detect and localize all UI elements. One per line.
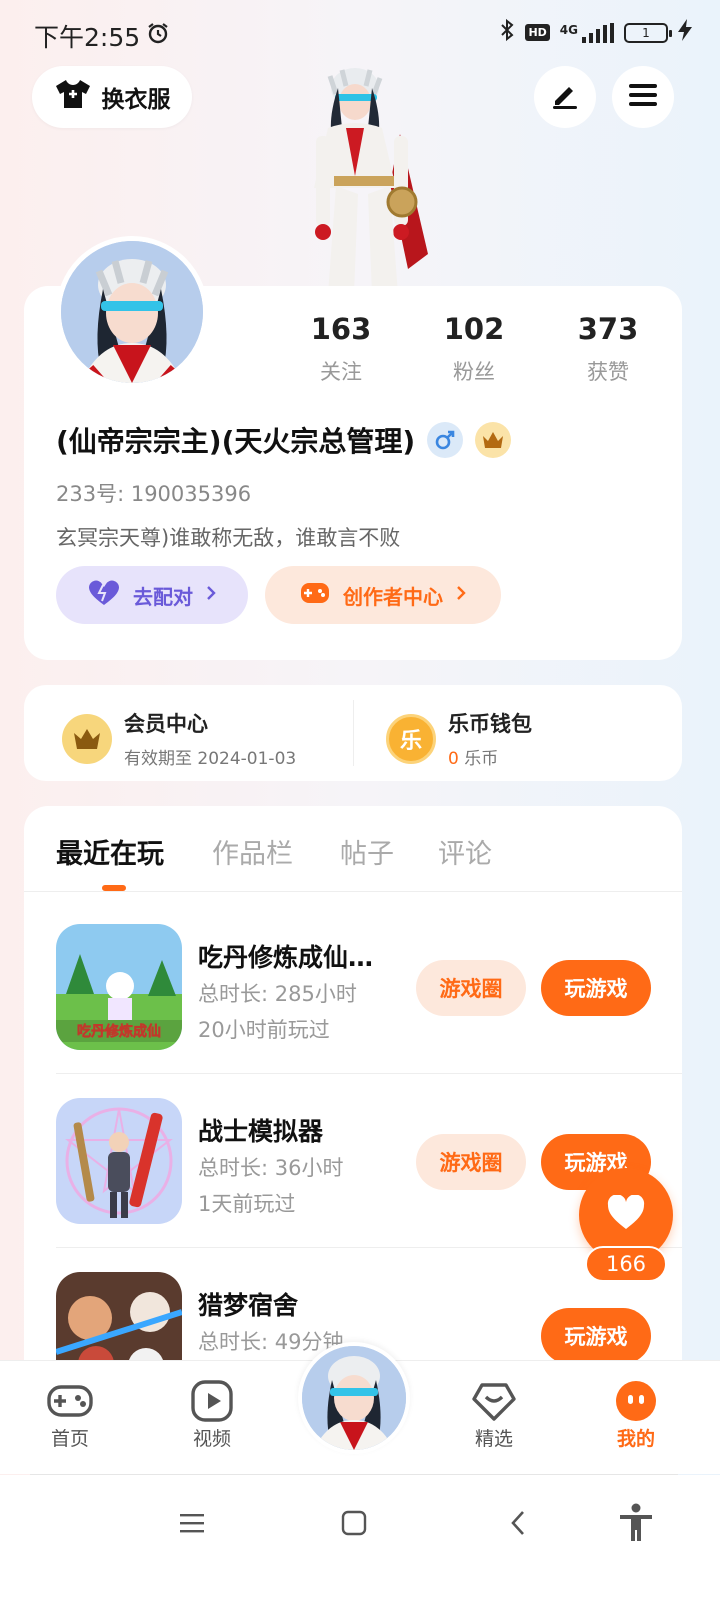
game-name: 战士模拟器 — [198, 1117, 324, 1146]
male-icon — [427, 422, 464, 458]
thumb-title: 吃丹修炼成仙 — [77, 1023, 161, 1040]
user-id[interactable]: 233号: 190035396 — [56, 478, 251, 508]
battery-level: 1 — [642, 25, 650, 40]
following-stat[interactable]: 163 关注 — [281, 312, 401, 386]
vip-crown-icon — [62, 713, 112, 764]
wallet-unit: 乐币 — [458, 749, 499, 769]
game-community-button[interactable]: 游戏圈 — [416, 960, 526, 1016]
match-label: 去配对 — [133, 584, 193, 609]
likes-stat[interactable]: 373 获赞 — [548, 312, 668, 386]
back-button[interactable] — [498, 1505, 538, 1545]
divider — [56, 1073, 682, 1074]
game-thumbnail[interactable]: 吃丹修炼成仙 — [56, 924, 182, 1050]
nav-video[interactable]: 视频 — [172, 1378, 252, 1451]
tab-works[interactable]: 作品栏 — [212, 832, 293, 871]
shirt-icon — [54, 78, 92, 116]
divider — [353, 700, 354, 766]
play-game-button[interactable]: 玩游戏 — [541, 960, 651, 1016]
menu-button[interactable] — [612, 66, 674, 128]
nav-home-label: 首页 — [50, 1428, 89, 1450]
signal-icon: 4G — [559, 22, 614, 43]
divider — [56, 1247, 682, 1248]
network-type: 4G — [559, 22, 578, 37]
wallet-title: 乐币钱包 — [448, 712, 532, 736]
game-name: 猎梦宿舍 — [198, 1291, 299, 1320]
vip-center[interactable]: 会员中心 有效期至 2024-01-03 — [62, 708, 296, 769]
like-count: 166 — [585, 1246, 667, 1282]
nav-featured[interactable]: 精选 — [454, 1378, 534, 1451]
followers-label: 粉丝 — [453, 360, 495, 384]
likes-label: 获赞 — [587, 360, 629, 384]
square-icon — [341, 1510, 367, 1540]
charging-icon — [678, 19, 692, 46]
menu-icon — [179, 1512, 205, 1538]
nav-video-label: 视频 — [192, 1428, 231, 1450]
avatar[interactable] — [56, 236, 208, 388]
match-button[interactable]: 去配对 — [56, 566, 248, 624]
creator-center-button[interactable]: 创作者中心 — [265, 566, 501, 624]
outfit-label: 换衣服 — [101, 87, 171, 113]
crown-icon[interactable] — [475, 422, 512, 458]
nickname-row: (仙帝宗宗主)(天火宗总管理) — [56, 420, 512, 460]
hd-badge: HD — [525, 24, 550, 41]
vip-expiry: 有效期至 2024-01-03 — [124, 749, 297, 769]
status-time: 下午2:55 — [34, 18, 170, 54]
accessibility-button[interactable] — [616, 1503, 656, 1547]
list-item[interactable]: 吃丹修炼成仙 吃丹修炼成仙… 总时长: 285小时 20小时前玩过 游戏圈 玩游… — [56, 924, 682, 1054]
tab-recent[interactable]: 最近在玩 — [56, 832, 164, 871]
chevron-right-icon — [205, 583, 217, 607]
chevron-right-icon — [455, 583, 467, 607]
edit-profile-button[interactable] — [534, 66, 596, 128]
coin-icon: 乐 — [386, 713, 436, 764]
tab-posts[interactable]: 帖子 — [340, 832, 394, 871]
video-icon — [172, 1378, 252, 1424]
play-game-button[interactable]: 玩游戏 — [541, 1308, 651, 1360]
character-figure[interactable] — [290, 64, 440, 294]
accessibility-icon — [618, 1503, 654, 1547]
game-community-button[interactable]: 游戏圈 — [416, 1134, 526, 1190]
following-label: 关注 — [320, 360, 362, 384]
gamepad-icon — [299, 580, 331, 611]
nav-mine[interactable]: 我的 — [596, 1378, 676, 1451]
tab-comments[interactable]: 评论 — [438, 832, 492, 871]
nav-featured-label: 精选 — [474, 1428, 513, 1450]
game-thumbnail[interactable] — [56, 1098, 182, 1224]
heart-icon — [606, 1194, 646, 1235]
nav-home[interactable]: 首页 — [30, 1378, 110, 1451]
bio: 玄冥宗天尊)谁敢称无敌，谁敢言不败 — [56, 526, 401, 550]
game-duration: 总时长: 285小时 — [198, 982, 357, 1006]
creator-label: 创作者中心 — [343, 584, 443, 609]
likes-count: 373 — [577, 312, 639, 346]
game-last-played: 20小时前玩过 — [198, 1018, 330, 1042]
followers-count: 102 — [443, 312, 505, 346]
face-icon — [596, 1378, 676, 1424]
game-duration: 总时长: 36小时 — [198, 1156, 344, 1180]
bluetooth-icon — [499, 18, 515, 47]
nav-mine-label: 我的 — [616, 1428, 655, 1450]
wallet-amount: 0 — [448, 749, 459, 769]
status-indicators: HD 4G 1 — [499, 18, 692, 47]
status-time-text: 下午2:55 — [34, 23, 141, 52]
divider — [24, 891, 682, 892]
game-last-played: 1天前玩过 — [198, 1192, 296, 1216]
nickname: (仙帝宗宗主)(天火宗总管理) — [56, 425, 416, 458]
game-thumbnail[interactable] — [56, 1272, 182, 1360]
followers-stat[interactable]: 102 粉丝 — [414, 312, 534, 386]
heart-icon — [87, 579, 121, 612]
chevron-left-icon — [509, 1509, 527, 1541]
home-button[interactable] — [334, 1505, 374, 1545]
recent-apps-button[interactable] — [172, 1505, 212, 1545]
center-avatar-button[interactable] — [298, 1342, 410, 1454]
pen-icon — [549, 79, 581, 115]
game-name: 吃丹修炼成仙… — [198, 943, 374, 972]
menu-icon — [627, 81, 659, 113]
wallet[interactable]: 乐 乐币钱包 0 乐币 — [386, 708, 532, 769]
battery-icon: 1 — [624, 22, 672, 43]
vip-title: 会员中心 — [124, 712, 208, 736]
following-count: 163 — [310, 312, 372, 346]
heart-box-icon — [454, 1378, 534, 1424]
gamepad-icon — [30, 1378, 110, 1424]
alarm-icon — [146, 21, 170, 51]
outfit-button[interactable]: 换衣服 — [32, 66, 192, 128]
